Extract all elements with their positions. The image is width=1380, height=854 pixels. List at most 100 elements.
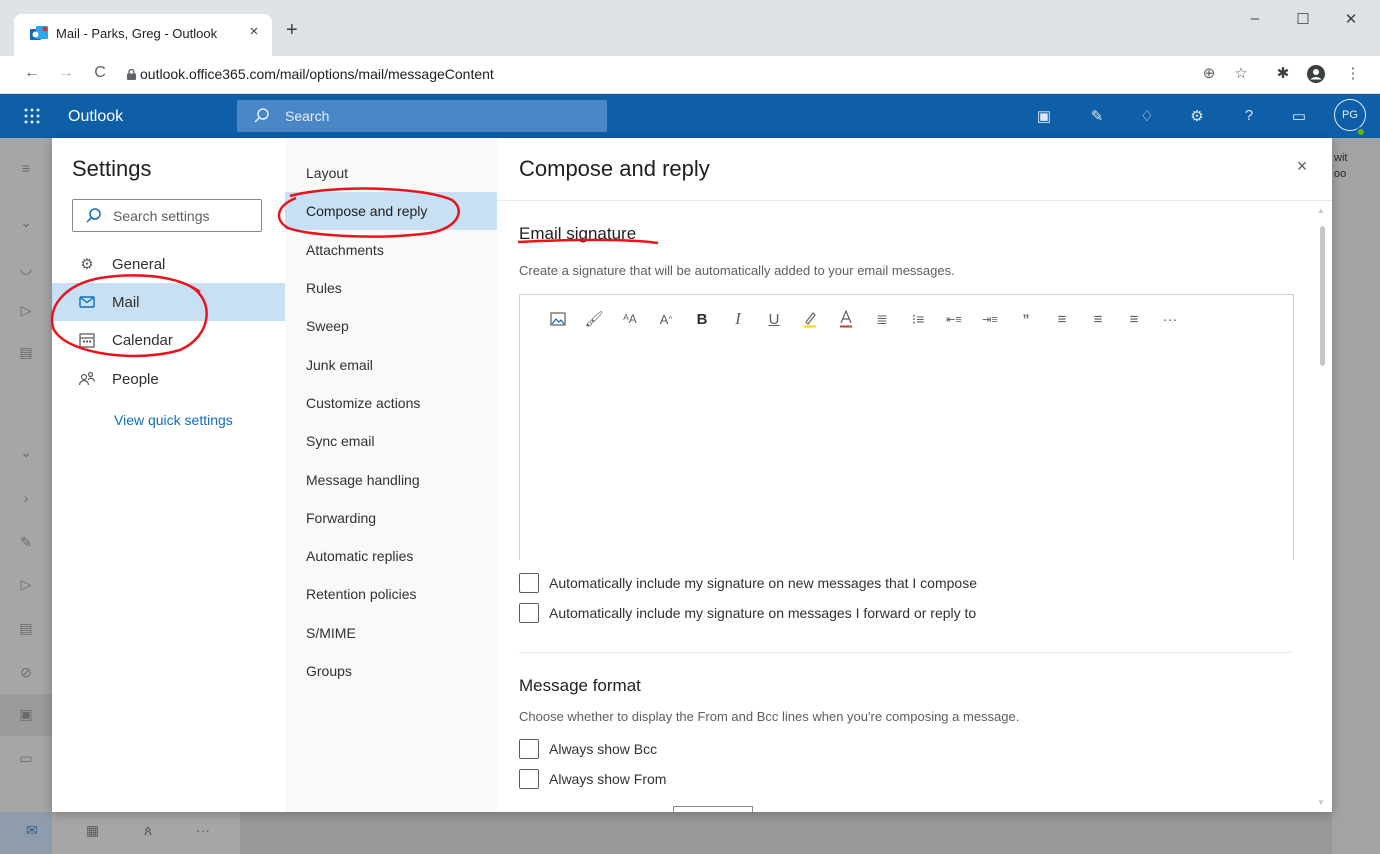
subcategory-forwarding[interactable]: Forwarding [285,499,497,537]
background-right-text: wit oo [1334,150,1347,182]
maximize-button[interactable]: ☐ [1288,10,1318,28]
format-painter-icon[interactable]: 🖌 [576,309,612,329]
subcategory-label: Attachments [306,242,384,258]
category-label: Calendar [112,332,173,349]
close-icon[interactable]: × [1291,156,1313,177]
mail-icon: ✉ [26,822,38,838]
decrease-indent-icon[interactable]: ⇤≡ [936,309,972,329]
font-size-icon[interactable]: ᴬA [612,309,648,329]
view-quick-settings-link[interactable]: View quick settings [114,412,233,428]
add-icon[interactable]: ⊕ [1198,64,1220,82]
subcategory-label: Automatic replies [306,548,414,564]
calendar-icon [78,331,96,349]
font-color-icon[interactable] [828,309,864,329]
todo-icon[interactable]: ✎ [1088,107,1106,125]
archive-icon: ▣ [19,706,33,722]
browser-tab[interactable]: Mail - Parks, Greg - Outlook × [14,14,272,56]
reload-button[interactable]: C [90,64,110,82]
settings-dialog: Settings Search settings ⚙ General Mail … [52,138,1332,812]
subcategory-customize-actions[interactable]: Customize actions [285,384,497,422]
more-options-icon[interactable]: ··· [1152,309,1188,329]
outlook-header: Outlook Search ▣ ✎ ♢ ⚙ ? ▭ PG [0,94,1380,138]
notes-icon: ▭ [19,750,33,766]
category-calendar[interactable]: Calendar [52,321,285,359]
scroll-up-arrow[interactable]: ▲ [1317,206,1325,215]
subcategory-label: S/MIME [306,625,356,641]
app-launcher-icon[interactable] [22,106,42,126]
inbox-icon: ◡ [19,260,33,276]
extensions-icon[interactable]: ✱ [1272,64,1294,82]
subcategory-compose-and-reply[interactable]: Compose and reply [285,192,497,230]
chevron-down-icon: ⌄ [20,214,32,230]
help-icon[interactable]: ? [1240,107,1258,125]
subcategory-attachments[interactable]: Attachments [285,231,497,269]
minimize-button[interactable]: – [1240,10,1270,27]
highlight-icon[interactable] [792,309,828,329]
subcategory-junk-email[interactable]: Junk email [285,346,497,384]
always-show-bcc-checkbox[interactable] [519,739,539,759]
grow-font-icon[interactable]: A ^ [648,309,684,329]
browser-tab-bar: Mail - Parks, Greg - Outlook × + – ☐ ✕ [0,0,1380,56]
settings-title: Settings [72,156,152,181]
subcategory-sweep[interactable]: Sweep [285,307,497,345]
quote-icon[interactable]: ” [1008,309,1044,329]
back-button[interactable]: ← [22,64,42,82]
settings-search-placeholder: Search settings [113,208,210,224]
align-center-icon[interactable]: ≡ [1080,309,1116,329]
subcategory-layout[interactable]: Layout [285,154,497,192]
auto-signature-new-checkbox[interactable] [519,573,539,593]
category-people[interactable]: People [52,360,285,398]
subcategory-message-handling[interactable]: Message handling [285,461,497,499]
feedback-icon[interactable]: ▭ [1290,107,1308,125]
star-icon[interactable]: ☆ [1230,64,1252,82]
subcategory-label: Rules [306,280,342,296]
background-text-line: wit [1334,152,1348,164]
subcategory-sync-email[interactable]: Sync email [285,422,497,460]
search-icon [85,207,103,225]
bell-icon[interactable]: ♢ [1138,107,1156,125]
teams-icon[interactable]: ▣ [1035,107,1053,125]
outlook-search-box[interactable]: Search [237,100,607,132]
new-tab-button[interactable]: + [286,20,298,40]
subcategory-retention-policies[interactable]: Retention policies [285,575,497,613]
forward-button[interactable]: → [56,64,76,82]
bullets-icon[interactable]: ≣ [864,309,900,329]
tab-close-icon[interactable]: × [246,23,262,40]
checkbox-label: Always show From [549,771,667,787]
url-field[interactable]: outlook.office365.com/mail/options/mail/… [140,66,494,82]
subcategory-label: Message handling [306,472,420,488]
subcategory-label: Retention policies [306,586,417,602]
profile-icon[interactable] [1306,64,1328,84]
checkbox-label: Automatically include my signature on ne… [549,575,977,591]
align-left-icon[interactable]: ≡ [1044,309,1080,329]
search-icon [253,107,271,125]
gear-icon[interactable]: ⚙ [1188,107,1206,125]
settings-search-input[interactable]: Search settings [72,199,262,232]
increase-indent-icon[interactable]: ⇥≡ [972,309,1008,329]
align-right-icon[interactable]: ≡ [1116,309,1152,329]
italic-icon[interactable]: I [720,309,756,329]
subcategory-automatic-replies[interactable]: Automatic replies [285,537,497,575]
numbering-icon[interactable]: ⁝≡ [900,309,936,329]
browser-tab-title: Mail - Parks, Greg - Outlook [56,26,218,41]
insert-picture-icon[interactable] [540,309,576,329]
subcategory-label: Groups [306,663,352,679]
scroll-down-arrow[interactable]: ▼ [1317,798,1325,807]
compose-format-dropdown[interactable] [673,806,753,812]
subcategory-rules[interactable]: Rules [285,269,497,307]
email-signature-heading: Email signature [519,224,637,243]
menu-icon[interactable]: ⋮ [1342,64,1364,82]
signature-editor[interactable]: 🖌 ᴬA A ^ B I U ≣ ⁝≡ ⇤≡ ⇥≡ ” ≡ ≡ ≡ ··· [519,294,1294,560]
category-general[interactable]: ⚙ General [52,245,285,283]
always-show-from-checkbox[interactable] [519,769,539,789]
scrollbar-thumb[interactable] [1320,226,1325,366]
app-name[interactable]: Outlook [68,108,123,126]
settings-categories-column: Settings Search settings ⚙ General Mail … [52,138,285,812]
subcategory-groups[interactable]: Groups [285,652,497,690]
close-window-button[interactable]: ✕ [1336,10,1366,28]
bold-icon[interactable]: B [684,309,720,329]
subcategory-smime[interactable]: S/MIME [285,614,497,652]
auto-signature-reply-checkbox[interactable] [519,603,539,623]
underline-icon[interactable]: U [756,309,792,329]
category-mail[interactable]: Mail [52,283,285,321]
